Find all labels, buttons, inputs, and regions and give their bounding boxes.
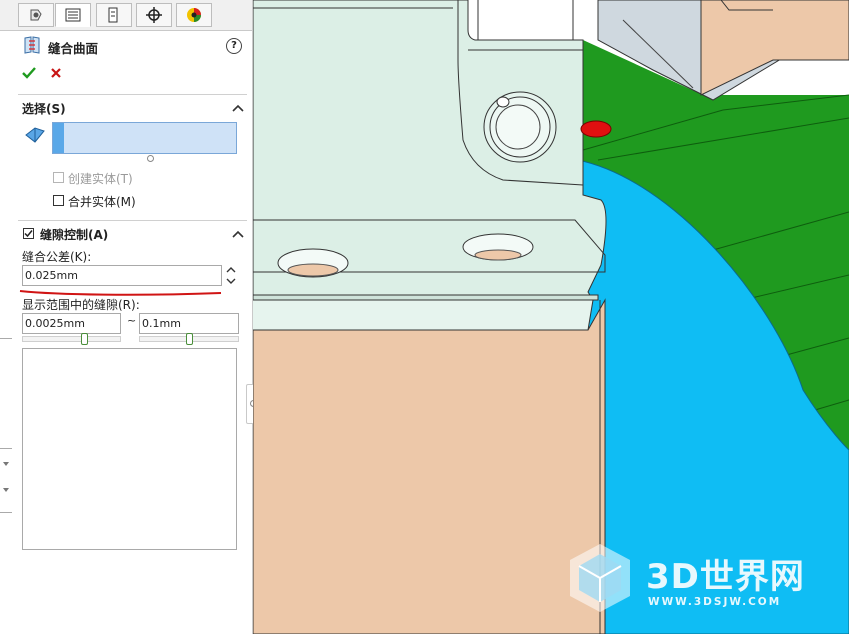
tan-block-top[interactable] (700, 0, 849, 96)
gap-list-box[interactable] (22, 348, 237, 550)
watermark-url: WWW.3DSJW.COM (648, 596, 782, 608)
create-solid-label: 创建实体(T) (68, 172, 133, 186)
tab-dimxpert-manager[interactable] (136, 3, 172, 27)
tab-feature-manager[interactable] (18, 3, 54, 27)
help-icon[interactable]: ? (226, 38, 242, 54)
spin-arrows-icon[interactable] (226, 266, 236, 286)
chevron-up-icon[interactable] (232, 103, 244, 113)
range-min-input[interactable]: 0.0025mm (22, 313, 121, 334)
property-manager-panel: 缝合曲面 ? 选择(S) 创建实体(T) 合并实体(M) 缝隙控制(A) 缝合公… (0, 0, 260, 634)
red-marker[interactable] (580, 120, 612, 138)
range-separator: ~ (127, 314, 137, 327)
range-max-slider[interactable] (139, 333, 239, 345)
crosshair-icon (146, 7, 162, 23)
edge-line (0, 338, 12, 339)
selection-group-header[interactable]: 选择(S) (22, 100, 66, 117)
slider-thumb[interactable] (186, 333, 193, 345)
feature-tree-icon (30, 9, 42, 21)
create-solid-checkbox[interactable] (53, 172, 64, 183)
tab-display-manager[interactable] (176, 3, 212, 27)
tan-lower-part[interactable] (253, 298, 606, 634)
selection-list-marker (53, 123, 64, 153)
gap-range-label: 显示范围中的缝隙(R): (22, 298, 140, 312)
cancel-x-icon[interactable] (50, 67, 62, 79)
gap-control-checkbox[interactable] (23, 228, 34, 239)
merge-entities-label: 合并实体(M) (68, 195, 136, 209)
caret-down-icon[interactable] (3, 488, 9, 492)
tab-configuration-manager[interactable] (96, 3, 132, 27)
separator (18, 94, 247, 95)
tolerance-label: 缝合公差(K): (22, 250, 92, 264)
color-wheel-icon (187, 8, 201, 22)
graphics-viewport[interactable]: 3D世界网 WWW.3DSJW.COM (253, 0, 849, 634)
tolerance-input[interactable]: 0.025mm (22, 265, 222, 286)
resize-handle[interactable] (147, 155, 154, 162)
property-list-icon (65, 8, 81, 22)
manager-tab-bar (0, 0, 252, 31)
range-max-input[interactable]: 0.1mm (139, 313, 239, 334)
configuration-icon (108, 7, 118, 23)
caret-down-icon[interactable] (3, 462, 9, 466)
3dsjw-logo-icon (570, 544, 630, 612)
surface-select-icon (25, 127, 45, 143)
separator (18, 220, 247, 221)
ok-checkmark-icon[interactable] (22, 66, 36, 80)
gap-control-header[interactable]: 缝隙控制(A) (40, 226, 108, 243)
checkmark-icon (24, 230, 33, 238)
range-min-slider[interactable] (22, 333, 121, 345)
merge-entities-checkbox[interactable] (53, 195, 64, 206)
surface-selection-box[interactable] (52, 122, 237, 154)
panel-title: 缝合曲面 (48, 41, 99, 56)
watermark-brand: 3D世界网 (646, 557, 805, 597)
edge-line (0, 512, 12, 513)
knit-surface-icon (24, 36, 40, 54)
edge-line (0, 448, 12, 449)
tab-property-manager[interactable] (55, 3, 91, 27)
model-view[interactable] (253, 0, 849, 634)
slider-thumb[interactable] (81, 333, 88, 345)
chevron-up-icon[interactable] (232, 229, 244, 239)
